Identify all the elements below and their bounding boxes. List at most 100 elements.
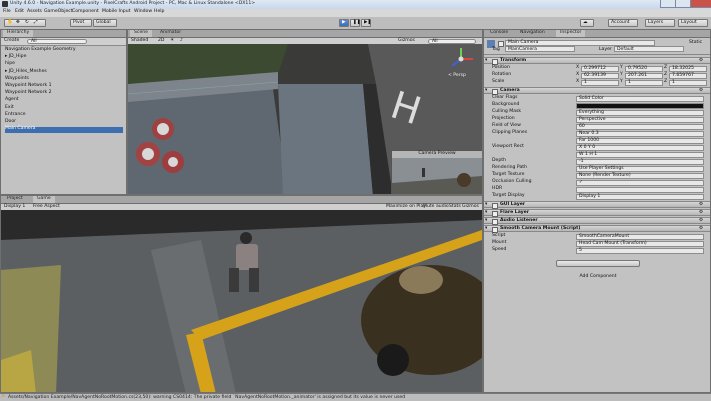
create-dropdown[interactable]: Create xyxy=(4,38,19,44)
menu-file[interactable]: File xyxy=(3,9,11,15)
layers-dropdown[interactable]: Layers xyxy=(645,19,675,27)
property-value-field[interactable]: Everything xyxy=(576,109,704,116)
transform-x-field[interactable]: 0.299712 xyxy=(581,65,619,72)
hierarchy-item[interactable]: Waypoints xyxy=(5,76,123,83)
component-header[interactable]: ▾ ⚙ Audio Listener xyxy=(484,217,710,225)
component-settings-icon[interactable]: ⚙ xyxy=(699,218,703,224)
tab-scene[interactable]: Scene xyxy=(130,30,153,37)
property-value-field[interactable]: Use Player Settings xyxy=(576,165,704,172)
maximize-on-play-toggle[interactable]: Maximize on Play xyxy=(386,204,426,210)
property-value-field[interactable] xyxy=(576,186,704,193)
property-value-field[interactable]: Near 0.3 xyxy=(576,130,704,137)
tab-console[interactable]: Console xyxy=(486,30,512,37)
component-header[interactable]: ▾ ⚙ Flare Layer xyxy=(484,209,710,217)
hierarchy-item[interactable]: ▸ JD_Hipe xyxy=(5,54,123,61)
menu-edit[interactable]: Edit xyxy=(15,9,24,15)
play-button[interactable]: ▶ xyxy=(339,19,349,27)
transform-x-field[interactable]: 1 xyxy=(581,79,619,86)
component-settings-icon[interactable]: ⚙ xyxy=(699,202,703,208)
audio-icon[interactable]: ♪ xyxy=(180,38,183,44)
component-header[interactable]: ▾ ⚙ GUI Layer xyxy=(484,201,710,209)
property-value-field[interactable]: None (Render Texture) xyxy=(576,172,704,179)
foldout-icon[interactable]: ▾ xyxy=(485,58,487,64)
component-settings-icon[interactable]: ⚙ xyxy=(699,58,703,64)
property-value-field[interactable]: Solid Color xyxy=(576,95,704,102)
scene-viewport[interactable]: H < Persp Camera Preview xyxy=(128,44,482,194)
property-value-field[interactable]: ✓ xyxy=(576,179,704,186)
component-settings-icon[interactable]: ⚙ xyxy=(699,226,703,232)
gizmos-toggle[interactable]: Gizmos xyxy=(462,204,479,210)
stats-toggle[interactable]: Stats xyxy=(449,204,461,210)
mute-audio-toggle[interactable]: Mute audio xyxy=(423,204,449,210)
component-header[interactable]: ▾ ⚙ Camera xyxy=(484,87,710,95)
hierarchy-item[interactable]: Entrance xyxy=(5,112,123,119)
tab-navigation[interactable]: Navigation xyxy=(516,30,549,37)
minimize-button[interactable] xyxy=(660,0,676,8)
menu-component[interactable]: Component xyxy=(72,9,99,15)
display-dropdown[interactable]: Display 1 xyxy=(4,204,25,210)
step-button[interactable]: ▶❚ xyxy=(361,19,371,27)
2d-toggle[interactable]: 2D xyxy=(158,38,164,44)
foldout-icon[interactable]: ▾ xyxy=(485,226,487,232)
menu-help[interactable]: Help xyxy=(154,9,164,15)
hierarchy-item[interactable]: Agent xyxy=(5,98,123,104)
foldout-icon[interactable]: ▾ xyxy=(485,218,487,224)
hierarchy-search-input[interactable]: All xyxy=(27,39,87,44)
foldout-icon[interactable]: ▾ xyxy=(485,88,487,94)
component-header[interactable]: ▾ ⚙ Transform xyxy=(484,57,710,65)
menu-assets[interactable]: Assets xyxy=(27,9,42,15)
object-name-field[interactable]: Main Camera xyxy=(505,39,655,46)
transform-z-field[interactable]: 7.659767 xyxy=(669,72,707,79)
game-viewport[interactable] xyxy=(1,210,482,392)
tag-dropdown[interactable]: MainCamera xyxy=(505,46,575,52)
add-component-button[interactable]: Add Component xyxy=(556,260,640,278)
menu-window[interactable]: Window xyxy=(134,9,152,15)
property-value-field[interactable]: Display 1 xyxy=(576,193,704,200)
transform-z-field[interactable]: 1 xyxy=(669,79,707,86)
layout-dropdown[interactable]: Layout xyxy=(678,19,708,27)
scene-orientation-gizmo[interactable] xyxy=(446,46,476,72)
tab-inspector[interactable]: Inspector xyxy=(556,30,586,37)
transform-x-field[interactable]: 62.39139 xyxy=(581,72,619,79)
tab-game[interactable]: Game xyxy=(33,196,55,203)
menu-mobile-input[interactable]: Mobile Input xyxy=(102,9,130,15)
component-settings-icon[interactable]: ⚙ xyxy=(699,210,703,216)
property-value-field[interactable]: Head Cam Mount (Transform) xyxy=(576,240,704,247)
menu-gameobject[interactable]: GameObject xyxy=(44,9,73,15)
property-value-field[interactable]: 60 xyxy=(576,123,704,130)
maximize-button[interactable] xyxy=(675,0,691,8)
account-dropdown[interactable]: Account xyxy=(608,19,638,27)
property-value-field[interactable]: -1 xyxy=(576,158,704,165)
transform-tools[interactable]: ✋ ✥ ↻ ⤢ xyxy=(4,19,46,27)
property-value-field[interactable]: X 0 Y 0 xyxy=(576,144,704,151)
foldout-icon[interactable]: ▾ xyxy=(485,210,487,216)
component-settings-icon[interactable]: ⚙ xyxy=(699,88,703,94)
perspective-label[interactable]: < Persp xyxy=(448,73,466,79)
component-header[interactable]: ▾ ⚙ Smooth Camera Mount (Script) xyxy=(484,225,710,233)
property-value-field[interactable]: 5 xyxy=(576,247,704,254)
hand-tool-icon[interactable]: ✋ xyxy=(7,20,13,26)
pause-button[interactable]: ❚❚ xyxy=(350,19,361,27)
move-tool-icon[interactable]: ✥ xyxy=(16,20,20,26)
layer-dropdown[interactable]: Default xyxy=(614,46,684,52)
hierarchy-item[interactable]: hipe xyxy=(5,62,123,68)
gizmos-dropdown[interactable]: Gizmos xyxy=(398,38,415,44)
tab-hierarchy[interactable]: Hierarchy xyxy=(3,30,34,37)
transform-z-field[interactable]: 18.32025 xyxy=(669,65,707,72)
hierarchy-item[interactable]: Exit xyxy=(5,105,123,112)
transform-y-field[interactable]: 207.261 xyxy=(625,72,663,79)
hierarchy-item[interactable]: ▸ JD_Hiles_Meshes xyxy=(5,69,123,76)
status-message[interactable]: Assets/Navigation Example/NavAgentNoRoot… xyxy=(8,395,405,401)
pivot-toggle[interactable]: Pivot xyxy=(70,19,92,27)
property-value-field[interactable] xyxy=(576,102,704,109)
lighting-icon[interactable]: ☀ xyxy=(170,38,174,44)
property-value-field[interactable]: W 1 H 1 xyxy=(576,151,704,158)
scale-tool-icon[interactable]: ⤢ xyxy=(34,20,38,26)
transform-y-field[interactable]: 1 xyxy=(625,79,663,86)
transform-y-field[interactable]: 0.79520 xyxy=(625,65,663,72)
shading-dropdown[interactable]: Shaded xyxy=(131,38,148,44)
tab-animator[interactable]: Animator xyxy=(156,30,185,37)
global-toggle[interactable]: Global xyxy=(93,19,117,27)
property-value-field[interactable]: Perspective xyxy=(576,116,704,123)
hierarchy-item[interactable]: Main Camera xyxy=(5,126,123,134)
